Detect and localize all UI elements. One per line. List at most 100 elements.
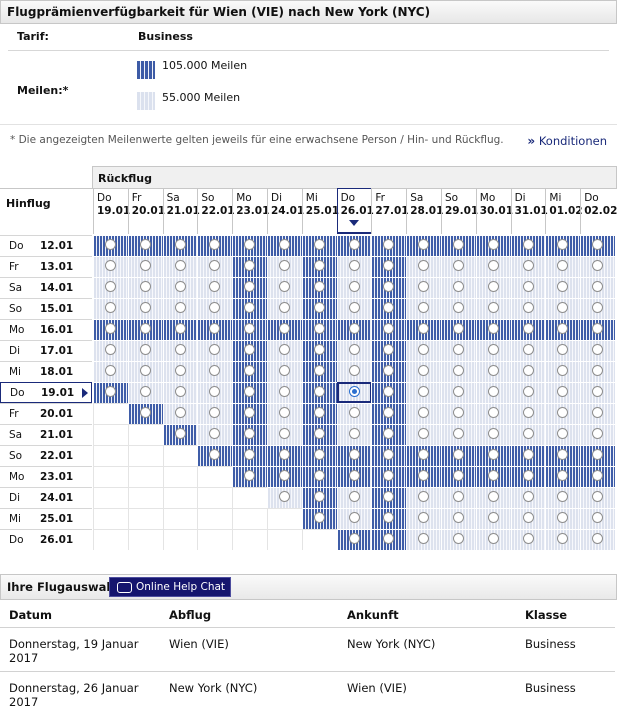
availability-cell[interactable] <box>93 361 128 382</box>
availability-cell[interactable] <box>197 256 233 277</box>
availability-cell[interactable] <box>301 361 337 382</box>
availability-cell[interactable] <box>127 277 163 298</box>
radio-button[interactable] <box>487 365 499 376</box>
radio-button[interactable] <box>209 428 221 439</box>
radio-button[interactable] <box>487 386 499 397</box>
radio-button[interactable] <box>174 344 186 355</box>
radio-button[interactable] <box>209 281 221 292</box>
column-header-28.01[interactable]: Sa 28.01 <box>406 188 443 234</box>
radio-button[interactable] <box>487 407 499 418</box>
availability-cell[interactable] <box>475 256 511 277</box>
availability-cell[interactable] <box>371 256 407 277</box>
radio-button[interactable] <box>418 533 430 544</box>
availability-cell[interactable] <box>162 277 198 298</box>
radio-button[interactable] <box>557 239 569 250</box>
availability-cell[interactable] <box>545 382 581 403</box>
availability-cell[interactable] <box>475 298 511 319</box>
availability-cell[interactable] <box>232 277 268 298</box>
availability-cell[interactable] <box>371 298 407 319</box>
availability-cell[interactable] <box>441 256 476 277</box>
radio-button[interactable] <box>209 386 221 397</box>
availability-cell[interactable] <box>510 424 546 445</box>
radio-button[interactable] <box>453 512 464 523</box>
column-header-25.01[interactable]: Mi 25.01 <box>301 188 339 234</box>
radio-button[interactable] <box>487 281 499 292</box>
availability-cell[interactable] <box>301 487 337 508</box>
row-header-16.01[interactable]: Mo 16.01 <box>0 319 92 340</box>
availability-cell[interactable] <box>510 235 546 256</box>
radio-button[interactable] <box>139 302 151 313</box>
radio-button[interactable] <box>209 239 221 250</box>
radio-button[interactable] <box>348 344 360 355</box>
availability-cell[interactable] <box>580 382 616 403</box>
row-header-14.01[interactable]: Sa 14.01 <box>0 277 92 298</box>
radio-button[interactable] <box>557 260 569 271</box>
availability-cell[interactable] <box>267 256 302 277</box>
availability-cell[interactable] <box>197 403 233 424</box>
availability-cell[interactable] <box>301 340 337 361</box>
radio-button[interactable] <box>174 302 186 313</box>
availability-cell[interactable] <box>267 298 302 319</box>
availability-cell[interactable] <box>475 319 511 340</box>
availability-cell[interactable] <box>580 235 616 256</box>
radio-button[interactable] <box>453 491 464 502</box>
availability-cell[interactable] <box>510 361 546 382</box>
availability-cell[interactable] <box>371 529 407 550</box>
radio-button[interactable] <box>383 281 395 292</box>
radio-button[interactable] <box>348 491 360 502</box>
availability-cell[interactable] <box>441 319 476 340</box>
availability-cell[interactable] <box>475 487 511 508</box>
radio-button[interactable] <box>418 470 430 481</box>
radio-button[interactable] <box>244 344 256 355</box>
radio-button[interactable] <box>348 428 360 439</box>
availability-cell[interactable] <box>406 529 442 550</box>
radio-button[interactable] <box>592 470 604 481</box>
radio-button[interactable] <box>383 239 395 250</box>
availability-cell[interactable] <box>545 256 581 277</box>
availability-cell[interactable] <box>406 445 442 466</box>
radio-button[interactable] <box>383 533 395 544</box>
radio-button[interactable] <box>592 302 604 313</box>
radio-button[interactable] <box>522 512 534 523</box>
radio-button[interactable] <box>383 407 395 418</box>
column-header-30.01[interactable]: Mo 30.01 <box>475 188 513 234</box>
availability-cell[interactable] <box>371 487 407 508</box>
radio-button[interactable] <box>313 344 325 355</box>
availability-cell[interactable] <box>232 319 268 340</box>
availability-cell[interactable] <box>162 361 198 382</box>
radio-button[interactable] <box>348 365 360 376</box>
radio-button[interactable] <box>592 281 604 292</box>
column-header-29.01[interactable]: So 29.01 <box>441 188 478 234</box>
radio-button[interactable] <box>557 302 569 313</box>
radio-button[interactable] <box>313 323 325 334</box>
availability-cell[interactable] <box>545 529 581 550</box>
radio-button[interactable] <box>244 281 256 292</box>
radio-button[interactable] <box>383 260 395 271</box>
availability-cell[interactable] <box>475 235 511 256</box>
availability-cell[interactable] <box>127 403 163 424</box>
radio-button[interactable] <box>279 281 290 292</box>
radio-button[interactable] <box>418 512 430 523</box>
availability-cell[interactable] <box>580 445 616 466</box>
radio-button[interactable] <box>244 239 256 250</box>
availability-cell[interactable] <box>93 277 128 298</box>
availability-cell[interactable] <box>336 403 372 424</box>
radio-button[interactable] <box>139 281 151 292</box>
radio-button[interactable] <box>418 239 430 250</box>
radio-button[interactable] <box>174 428 186 439</box>
radio-button[interactable] <box>487 323 499 334</box>
availability-cell[interactable] <box>336 424 372 445</box>
radio-button[interactable] <box>383 302 395 313</box>
availability-cell[interactable] <box>510 298 546 319</box>
radio-button[interactable] <box>557 491 569 502</box>
availability-cell[interactable] <box>162 382 198 403</box>
availability-cell[interactable] <box>441 382 476 403</box>
radio-button[interactable] <box>487 428 499 439</box>
availability-cell[interactable] <box>510 445 546 466</box>
radio-button[interactable] <box>453 386 464 397</box>
radio-button[interactable] <box>487 512 499 523</box>
radio-button[interactable] <box>139 260 151 271</box>
availability-cell[interactable] <box>441 340 476 361</box>
radio-button[interactable] <box>383 344 395 355</box>
availability-cell[interactable] <box>336 235 372 256</box>
